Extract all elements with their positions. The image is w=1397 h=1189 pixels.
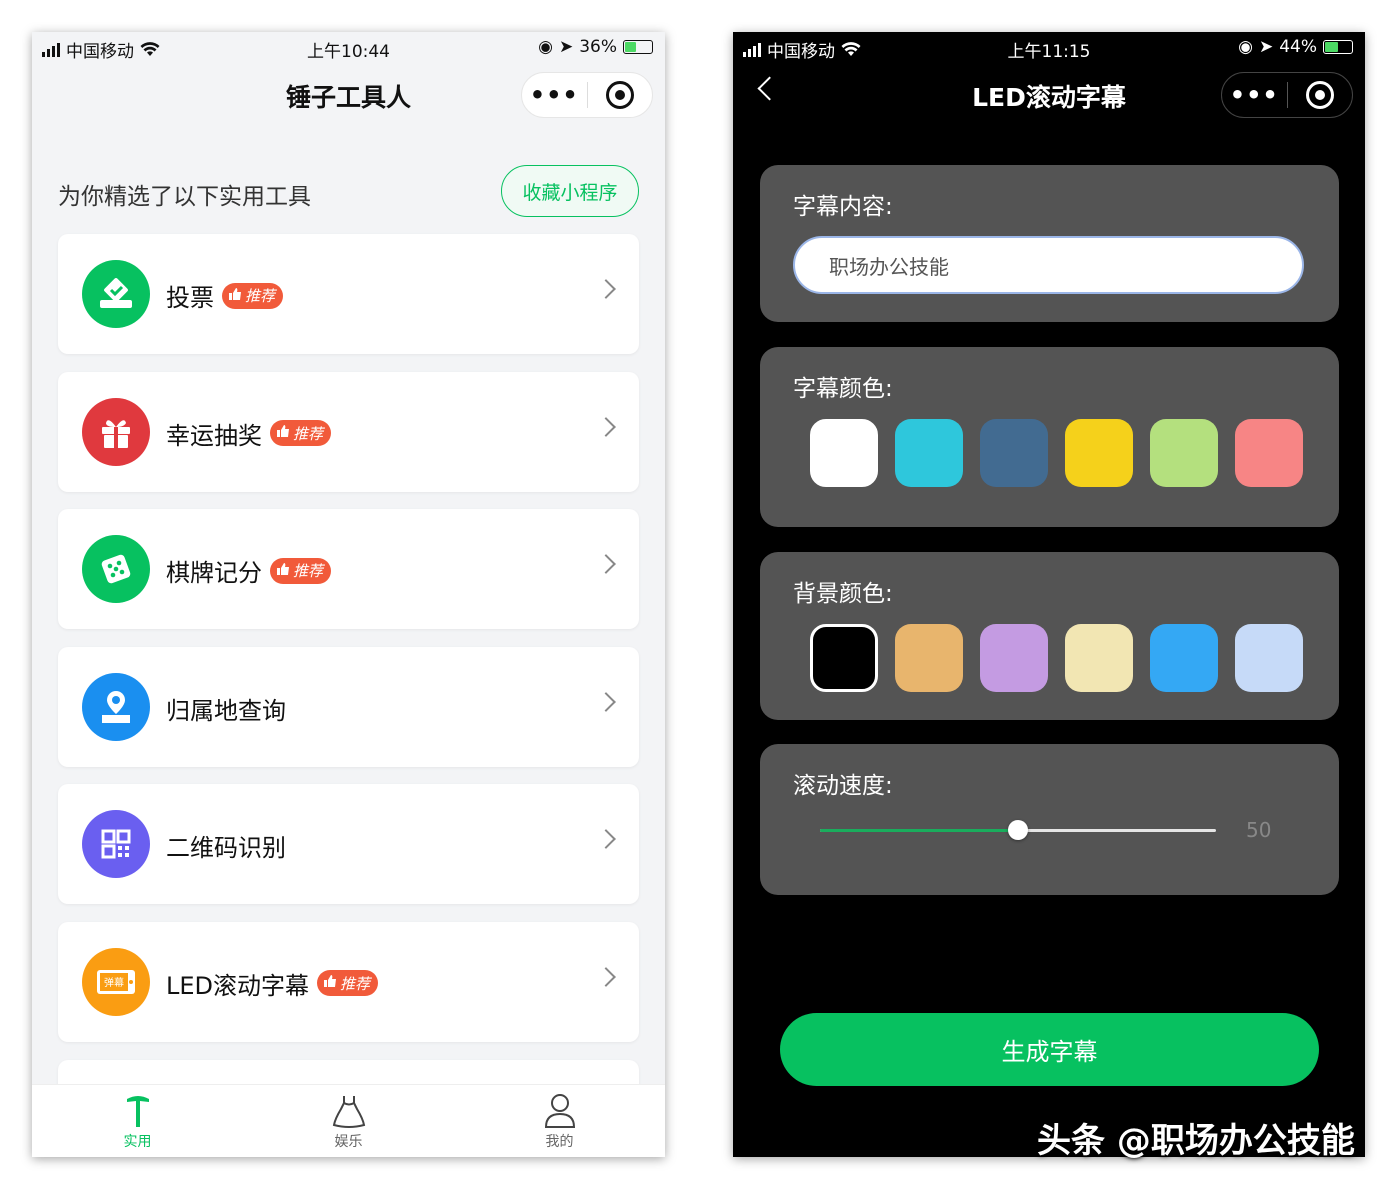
- thumbs-up-icon: [228, 287, 242, 305]
- tool-card[interactable]: 棋牌记分 推荐: [58, 509, 639, 629]
- close-button[interactable]: [588, 81, 653, 109]
- tool-label: LED滚动字幕: [166, 971, 310, 1000]
- text-color-swatch[interactable]: [895, 419, 963, 487]
- text-color-swatches: [810, 419, 1303, 487]
- tab-entertainment[interactable]: 娱乐: [243, 1085, 454, 1157]
- location-arrow-icon: ➤: [1258, 37, 1274, 57]
- scroll-speed-label: 滚动速度:: [793, 773, 893, 799]
- battery-percent: 44%: [1279, 37, 1317, 57]
- text-color-panel: 字幕颜色:: [760, 347, 1339, 527]
- thumbs-up-icon: [276, 562, 290, 580]
- tab-practical[interactable]: 实用: [32, 1085, 243, 1157]
- led-icon-text: 弹幕: [104, 977, 124, 989]
- background-color-swatch[interactable]: [1150, 624, 1218, 692]
- tab-mine[interactable]: 我的: [454, 1085, 665, 1157]
- background-color-swatch[interactable]: [895, 624, 963, 692]
- navigation-bar: LED滚动字幕 •••: [733, 68, 1365, 118]
- battery-icon: [1323, 40, 1353, 54]
- tool-label: 幸运抽奖: [166, 421, 262, 450]
- location-icon: [82, 672, 150, 741]
- dice-icon: [82, 535, 150, 603]
- navigation-bar: 锤子工具人 •••: [32, 68, 665, 118]
- chevron-right-icon: [596, 691, 616, 712]
- battery-icon: [623, 40, 653, 54]
- tool-card[interactable]: 弹幕 LED滚动字幕 推荐: [58, 921, 639, 1042]
- tool-card[interactable]: 投票 推荐: [58, 234, 639, 354]
- tool-label: 二维码识别: [166, 834, 286, 862]
- tool-label: 棋牌记分: [166, 559, 262, 587]
- text-color-swatch[interactable]: [980, 419, 1048, 487]
- target-icon: [605, 81, 634, 109]
- tool-card[interactable]: 二维码识别: [58, 784, 639, 904]
- speed-slider-thumb[interactable]: [1008, 820, 1028, 840]
- tool-label: 归属地查询: [166, 696, 286, 725]
- caption-content-panel: 字幕内容: 职场办公技能: [760, 165, 1339, 322]
- background-color-swatch[interactable]: [810, 624, 878, 692]
- text-color-label: 字幕颜色:: [793, 376, 893, 402]
- recommended-badge: 推荐: [222, 282, 284, 309]
- chevron-right-icon: [596, 554, 616, 574]
- hammer-icon: [126, 1096, 149, 1127]
- background-color-swatch[interactable]: [980, 624, 1048, 692]
- speed-slider[interactable]: [820, 820, 1216, 840]
- user-icon: [544, 1094, 575, 1128]
- target-icon: [1305, 81, 1334, 109]
- background-color-swatches: [810, 624, 1303, 692]
- led-caption-screen: 中国移动 上午11:15 ◉ ➤ 44% LED滚动字幕 ••• 字幕内容: 职…: [733, 32, 1365, 1157]
- background-color-swatch[interactable]: [1065, 624, 1133, 692]
- qrcode-icon: [82, 810, 150, 878]
- led-icon: 弹幕: [82, 947, 150, 1016]
- thumbs-up-icon: [323, 974, 337, 992]
- tools-home-screen: 中国移动 上午10:44 ◉ ➤ 36% 锤子工具人 ••• 为你精选了以下实用…: [32, 32, 665, 1157]
- speed-slider-fill: [820, 829, 1018, 832]
- watermark: 头条 @职场办公技能: [1037, 1121, 1355, 1161]
- vote-icon: [82, 260, 150, 328]
- close-button[interactable]: [1288, 81, 1353, 109]
- tab-bar: 实用 娱乐 我的: [32, 1084, 665, 1157]
- more-button[interactable]: •••: [522, 81, 587, 109]
- tool-card[interactable]: 归属地查询: [58, 646, 639, 767]
- background-color-swatch[interactable]: [1235, 624, 1303, 692]
- caption-input[interactable]: 职场办公技能: [793, 236, 1304, 294]
- chevron-right-icon: [596, 966, 616, 987]
- background-color-label: 背景颜色:: [793, 581, 893, 607]
- background-color-panel: 背景颜色:: [760, 552, 1339, 720]
- text-color-swatch[interactable]: [1150, 419, 1218, 487]
- location-arrow-icon: ➤: [558, 37, 574, 57]
- section-title: 为你精选了以下实用工具: [58, 184, 311, 210]
- speed-value: 50: [1246, 818, 1272, 842]
- gift-icon: [82, 397, 150, 466]
- recommended-badge: 推荐: [270, 557, 332, 584]
- caption-content-label: 字幕内容:: [793, 194, 893, 220]
- status-bar: 中国移动 上午10:44 ◉ ➤ 36%: [32, 32, 665, 62]
- text-color-swatch[interactable]: [1235, 419, 1303, 487]
- generate-caption-button[interactable]: 生成字幕: [780, 1013, 1319, 1086]
- recommended-badge: 推荐: [270, 420, 332, 446]
- tool-card[interactable]: 幸运抽奖 推荐: [58, 371, 639, 492]
- mini-program-capsule: •••: [1221, 72, 1353, 118]
- favorite-button[interactable]: 收藏小程序: [501, 165, 639, 217]
- mini-program-capsule: •••: [521, 72, 653, 118]
- orientation-lock-icon: ◉: [1238, 37, 1253, 57]
- tool-label: 投票: [166, 284, 214, 312]
- orientation-lock-icon: ◉: [538, 37, 553, 57]
- status-bar: 中国移动 上午11:15 ◉ ➤ 44%: [733, 32, 1365, 62]
- dress-icon: [332, 1096, 365, 1128]
- scroll-speed-panel: 滚动速度: 50: [760, 744, 1339, 895]
- chevron-right-icon: [596, 279, 616, 299]
- thumbs-up-icon: [276, 424, 290, 442]
- recommended-badge: 推荐: [317, 970, 379, 996]
- chevron-right-icon: [596, 416, 616, 437]
- text-color-swatch[interactable]: [1065, 419, 1133, 487]
- text-color-swatch[interactable]: [810, 419, 878, 487]
- chevron-right-icon: [596, 829, 616, 849]
- more-button[interactable]: •••: [1222, 81, 1287, 109]
- battery-percent: 36%: [579, 37, 617, 57]
